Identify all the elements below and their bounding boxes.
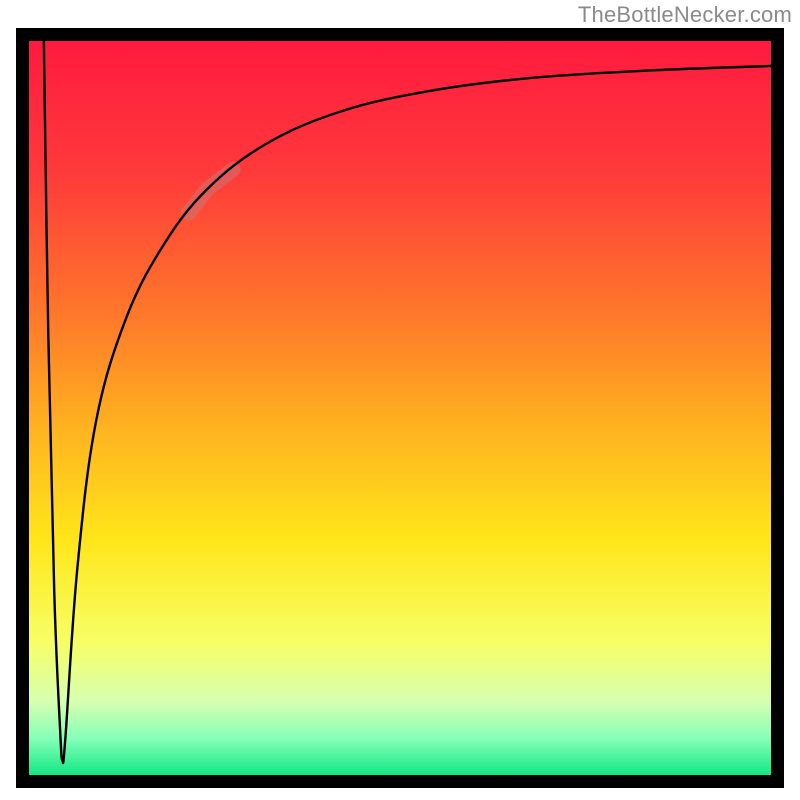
plot-background <box>29 41 771 775</box>
bottleneck-chart <box>0 0 800 800</box>
chart-stage: TheBottleNecker.com <box>0 0 800 800</box>
watermark-label: TheBottleNecker.com <box>578 2 792 28</box>
